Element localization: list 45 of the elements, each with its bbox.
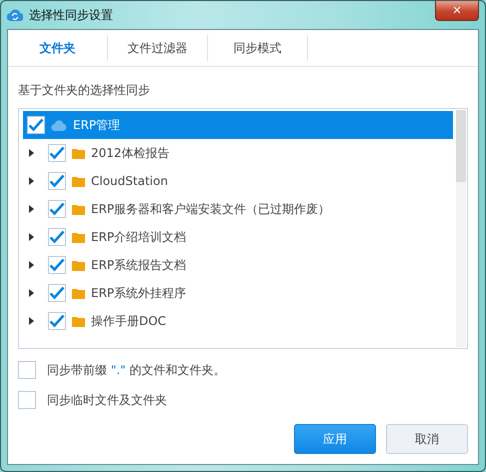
folder-icon bbox=[72, 288, 85, 298]
cancel-button[interactable]: 取消 bbox=[386, 424, 468, 454]
expand-arrow-icon[interactable] bbox=[29, 233, 34, 241]
checkbox[interactable] bbox=[48, 256, 66, 274]
cloud-icon bbox=[51, 120, 67, 130]
tab[interactable]: 同步模式 bbox=[208, 35, 308, 61]
expand-arrow-icon[interactable] bbox=[29, 261, 34, 269]
checkbox[interactable] bbox=[48, 172, 66, 190]
expand-arrow-icon[interactable] bbox=[29, 149, 34, 157]
folder-name[interactable]: ERP服务器和客户端安装文件（已过期作废） bbox=[91, 200, 330, 218]
checkbox[interactable] bbox=[18, 361, 36, 379]
option-label: 同步临时文件及文件夹 bbox=[47, 392, 167, 409]
option-label: 同步带前缀 "." 的文件和文件夹。 bbox=[47, 362, 226, 379]
expand-arrow-icon[interactable] bbox=[29, 205, 34, 213]
expand-arrow-icon[interactable] bbox=[29, 289, 34, 297]
checkbox[interactable] bbox=[48, 228, 66, 246]
folder-name[interactable]: ERP系统报告文档 bbox=[91, 256, 186, 274]
scrollbar[interactable] bbox=[456, 110, 466, 347]
tab[interactable]: 文件夹 bbox=[8, 35, 108, 61]
folder-icon bbox=[72, 204, 85, 214]
close-button[interactable]: ✕ bbox=[435, 1, 479, 21]
cloud-sync-icon bbox=[7, 8, 23, 22]
folder-name: ERP管理 bbox=[73, 117, 120, 134]
folder-name[interactable]: CloudStation bbox=[91, 172, 168, 190]
folder-icon bbox=[72, 232, 85, 242]
tab[interactable]: 文件过滤器 bbox=[108, 35, 208, 61]
window-title: 选择性同步设置 bbox=[29, 7, 113, 24]
checkbox[interactable] bbox=[48, 312, 66, 330]
checkbox[interactable] bbox=[48, 284, 66, 302]
expand-arrow-icon[interactable] bbox=[29, 177, 34, 185]
section-label: 基于文件夹的选择性同步 bbox=[18, 82, 151, 99]
folder-icon bbox=[72, 316, 85, 326]
checkbox[interactable] bbox=[18, 391, 36, 409]
expand-arrow-icon[interactable] bbox=[29, 317, 34, 325]
folder-name[interactable]: ERP介绍培训文档 bbox=[91, 228, 186, 246]
folder-name[interactable]: ERP系统外挂程序 bbox=[91, 284, 186, 302]
checkbox[interactable] bbox=[27, 116, 45, 134]
tree-row[interactable]: ERP管理 bbox=[23, 111, 453, 139]
checkbox[interactable] bbox=[48, 200, 66, 218]
folder-name[interactable]: 2012体检报告 bbox=[91, 144, 170, 162]
folder-name[interactable]: 操作手册DOC bbox=[91, 312, 166, 330]
checkbox[interactable] bbox=[48, 144, 66, 162]
folder-icon bbox=[72, 260, 85, 270]
folder-icon bbox=[72, 148, 85, 158]
folder-icon bbox=[72, 176, 85, 186]
